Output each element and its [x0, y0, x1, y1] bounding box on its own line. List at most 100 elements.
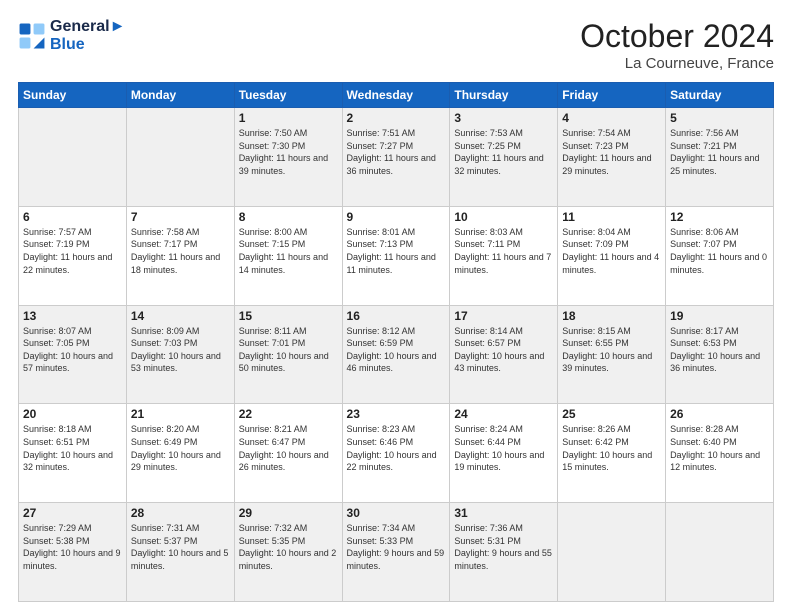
day-info: Sunrise: 8:11 AM Sunset: 7:01 PM Dayligh… [239, 325, 338, 375]
calendar-cell: 6 Sunrise: 7:57 AM Sunset: 7:19 PM Daylig… [19, 206, 127, 305]
weekday-header-thursday: Thursday [450, 83, 558, 108]
calendar-cell: 14Sunrise: 8:09 AM Sunset: 7:03 PM Dayli… [126, 305, 234, 404]
calendar-cell: 4 Sunrise: 7:54 AM Sunset: 7:23 PM Daylig… [558, 108, 666, 207]
calendar-cell: 21Sunrise: 8:20 AM Sunset: 6:49 PM Dayli… [126, 404, 234, 503]
weekday-header-wednesday: Wednesday [342, 83, 450, 108]
month-title: October 2024 [580, 18, 774, 55]
day-info: Sunrise: 7:54 AM Sunset: 7:23 PM Dayligh… [562, 127, 661, 177]
calendar-cell [126, 108, 234, 207]
calendar-cell: 9 Sunrise: 8:01 AM Sunset: 7:13 PM Daylig… [342, 206, 450, 305]
title-block: October 2024 La Courneuve, France [580, 18, 774, 72]
day-number: 2 [347, 111, 446, 125]
weekday-header-monday: Monday [126, 83, 234, 108]
calendar-cell: 22 Sunrise: 8:21 AM Sunset: 6:47 PM Dayli… [234, 404, 342, 503]
day-info: Sunrise: 7:32 AM Sunset: 5:35 PM Dayligh… [239, 522, 338, 572]
calendar-cell: 8Sunrise: 8:00 AM Sunset: 7:15 PM Daylig… [234, 206, 342, 305]
day-number: 23 [347, 407, 446, 421]
calendar-cell: 18 Sunrise: 8:15 AM Sunset: 6:55 PM Dayli… [558, 305, 666, 404]
day-number: 13 [23, 309, 122, 323]
day-info: Sunrise: 7:29 AM Sunset: 5:38 PM Dayligh… [23, 522, 122, 572]
weekday-header-saturday: Saturday [666, 83, 774, 108]
day-info: Sunrise: 7:31 AM Sunset: 5:37 PM Dayligh… [131, 522, 230, 572]
calendar-cell: 20 Sunrise: 8:18 AM Sunset: 6:51 PM Dayli… [19, 404, 127, 503]
day-info: Sunrise: 8:28 AM Sunset: 6:40 PM Dayligh… [670, 423, 769, 473]
weekday-header-tuesday: Tuesday [234, 83, 342, 108]
day-info: Sunrise: 8:15 AM Sunset: 6:55 PM Dayligh… [562, 325, 661, 375]
day-number: 17 [454, 309, 553, 323]
logo-text: General► Blue [50, 18, 125, 54]
day-number: 7 [131, 210, 230, 224]
day-number: 4 [562, 111, 661, 125]
day-number: 3 [454, 111, 553, 125]
calendar-cell: 19 Sunrise: 8:17 AM Sunset: 6:53 PM Dayli… [666, 305, 774, 404]
day-info: Sunrise: 7:57 AM Sunset: 7:19 PM Dayligh… [23, 226, 122, 276]
day-info: Sunrise: 7:36 AM Sunset: 5:31 PM Dayligh… [454, 522, 553, 572]
day-number: 5 [670, 111, 769, 125]
day-number: 10 [454, 210, 553, 224]
calendar-cell: 31Sunrise: 7:36 AM Sunset: 5:31 PM Dayli… [450, 503, 558, 602]
day-number: 30 [347, 506, 446, 520]
day-info: Sunrise: 8:01 AM Sunset: 7:13 PM Dayligh… [347, 226, 446, 276]
day-number: 12 [670, 210, 769, 224]
day-number: 18 [562, 309, 661, 323]
calendar-cell: 10 Sunrise: 8:03 AM Sunset: 7:11 PM Dayli… [450, 206, 558, 305]
calendar-cell [666, 503, 774, 602]
day-number: 6 [23, 210, 122, 224]
location-subtitle: La Courneuve, France [580, 55, 774, 72]
day-info: Sunrise: 7:50 AM Sunset: 7:30 PM Dayligh… [239, 127, 338, 177]
day-number: 25 [562, 407, 661, 421]
day-info: Sunrise: 8:21 AM Sunset: 6:47 PM Dayligh… [239, 423, 338, 473]
page: General► Blue October 2024 La Courneuve,… [0, 0, 792, 612]
calendar-cell: 16Sunrise: 8:12 AM Sunset: 6:59 PM Dayli… [342, 305, 450, 404]
calendar-cell: 26 Sunrise: 8:28 AM Sunset: 6:40 PM Dayli… [666, 404, 774, 503]
calendar-cell: 23Sunrise: 8:23 AM Sunset: 6:46 PM Dayli… [342, 404, 450, 503]
calendar-cell: 24 Sunrise: 8:24 AM Sunset: 6:44 PM Dayli… [450, 404, 558, 503]
day-number: 24 [454, 407, 553, 421]
calendar-cell: 7 Sunrise: 7:58 AM Sunset: 7:17 PM Daylig… [126, 206, 234, 305]
day-number: 8 [239, 210, 338, 224]
day-info: Sunrise: 8:20 AM Sunset: 6:49 PM Dayligh… [131, 423, 230, 473]
day-number: 27 [23, 506, 122, 520]
calendar-cell: 17 Sunrise: 8:14 AM Sunset: 6:57 PM Dayli… [450, 305, 558, 404]
day-number: 9 [347, 210, 446, 224]
calendar-cell: 12Sunrise: 8:06 AM Sunset: 7:07 PM Dayli… [666, 206, 774, 305]
header: General► Blue October 2024 La Courneuve,… [18, 18, 774, 72]
calendar-cell: 30 Sunrise: 7:34 AM Sunset: 5:33 PM Dayli… [342, 503, 450, 602]
day-number: 15 [239, 309, 338, 323]
weekday-header-friday: Friday [558, 83, 666, 108]
logo: General► Blue [18, 18, 125, 54]
week-row-1: 1 Sunrise: 7:50 AM Sunset: 7:30 PM Daylig… [19, 108, 774, 207]
day-number: 20 [23, 407, 122, 421]
calendar-cell: 3Sunrise: 7:53 AM Sunset: 7:25 PM Daylig… [450, 108, 558, 207]
day-number: 26 [670, 407, 769, 421]
day-info: Sunrise: 7:34 AM Sunset: 5:33 PM Dayligh… [347, 522, 446, 572]
day-number: 29 [239, 506, 338, 520]
calendar-cell: 5 Sunrise: 7:56 AM Sunset: 7:21 PM Daylig… [666, 108, 774, 207]
calendar-cell: 1 Sunrise: 7:50 AM Sunset: 7:30 PM Daylig… [234, 108, 342, 207]
day-info: Sunrise: 7:58 AM Sunset: 7:17 PM Dayligh… [131, 226, 230, 276]
day-number: 28 [131, 506, 230, 520]
calendar-cell: 27 Sunrise: 7:29 AM Sunset: 5:38 PM Dayli… [19, 503, 127, 602]
day-info: Sunrise: 8:09 AM Sunset: 7:03 PM Dayligh… [131, 325, 230, 375]
day-number: 19 [670, 309, 769, 323]
calendar-cell [19, 108, 127, 207]
day-info: Sunrise: 8:07 AM Sunset: 7:05 PM Dayligh… [23, 325, 122, 375]
day-number: 11 [562, 210, 661, 224]
week-row-3: 13 Sunrise: 8:07 AM Sunset: 7:05 PM Dayli… [19, 305, 774, 404]
week-row-2: 6 Sunrise: 7:57 AM Sunset: 7:19 PM Daylig… [19, 206, 774, 305]
logo-icon [18, 22, 46, 50]
day-number: 1 [239, 111, 338, 125]
weekday-header-sunday: Sunday [19, 83, 127, 108]
day-info: Sunrise: 7:56 AM Sunset: 7:21 PM Dayligh… [670, 127, 769, 177]
calendar-cell: 15 Sunrise: 8:11 AM Sunset: 7:01 PM Dayli… [234, 305, 342, 404]
week-row-4: 20 Sunrise: 8:18 AM Sunset: 6:51 PM Dayli… [19, 404, 774, 503]
day-info: Sunrise: 8:14 AM Sunset: 6:57 PM Dayligh… [454, 325, 553, 375]
calendar-table: SundayMondayTuesdayWednesdayThursdayFrid… [18, 82, 774, 602]
day-number: 22 [239, 407, 338, 421]
day-info: Sunrise: 8:03 AM Sunset: 7:11 PM Dayligh… [454, 226, 553, 276]
calendar-cell: 2Sunrise: 7:51 AM Sunset: 7:27 PM Daylig… [342, 108, 450, 207]
day-info: Sunrise: 8:17 AM Sunset: 6:53 PM Dayligh… [670, 325, 769, 375]
calendar-cell [558, 503, 666, 602]
day-info: Sunrise: 8:24 AM Sunset: 6:44 PM Dayligh… [454, 423, 553, 473]
day-info: Sunrise: 8:18 AM Sunset: 6:51 PM Dayligh… [23, 423, 122, 473]
